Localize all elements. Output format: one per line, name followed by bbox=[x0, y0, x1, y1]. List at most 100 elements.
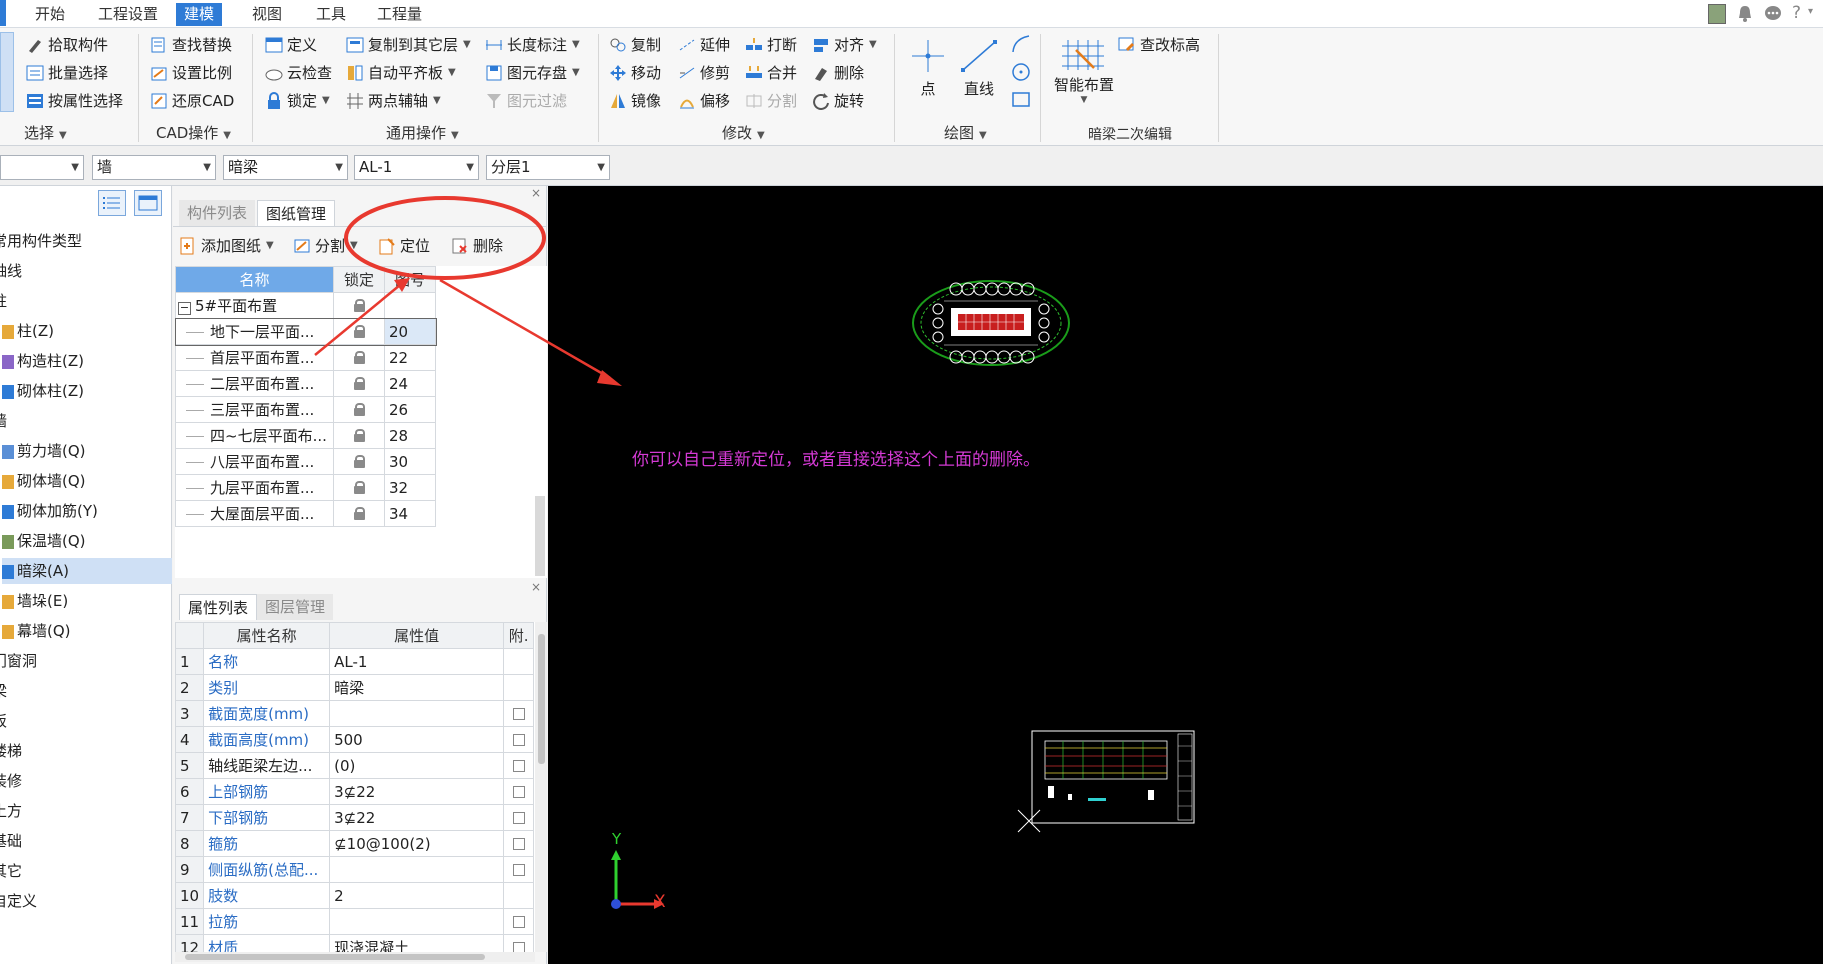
circle-icon[interactable] bbox=[1010, 61, 1032, 83]
property-value[interactable]: 3⊈22 bbox=[329, 778, 505, 805]
property-row[interactable]: 10 肢数 2 bbox=[175, 882, 535, 909]
drawing-row[interactable]: 九层平面布置... 32 bbox=[175, 474, 436, 501]
tree-item[interactable]: 其它 bbox=[0, 858, 162, 884]
drawing-number[interactable]: 32 bbox=[384, 474, 436, 501]
tree-item[interactable]: 柱(Z) bbox=[2, 318, 172, 344]
attach-checkbox[interactable] bbox=[512, 942, 525, 952]
element-save-button[interactable]: 图元存盘 ▼ bbox=[485, 61, 580, 85]
drawing-row[interactable]: 大屋面层平面... 34 bbox=[175, 500, 436, 527]
property-value[interactable]: 暗梁 bbox=[329, 674, 505, 701]
column-header-property-name[interactable]: 属性名称 bbox=[203, 622, 331, 649]
modify-group-label[interactable]: 修改 ▼ bbox=[722, 122, 765, 143]
point-button[interactable]: 点 bbox=[906, 38, 950, 98]
type-combo[interactable]: 暗梁 ▼ bbox=[223, 155, 348, 180]
trim-button[interactable]: 修剪 bbox=[678, 61, 730, 85]
list-view-icon[interactable] bbox=[98, 190, 126, 216]
drawing-row[interactable]: 四~七层平面布... 28 bbox=[175, 422, 436, 449]
layer-combo[interactable]: 分层1 ▼ bbox=[486, 155, 610, 180]
offset-button[interactable]: 偏移 bbox=[678, 89, 730, 113]
property-row[interactable]: 7 下部钢筋 3⊈22 bbox=[175, 804, 535, 831]
property-row[interactable]: 5 轴线距梁左边... (0) bbox=[175, 752, 535, 779]
floor-combo[interactable]: ▼ bbox=[0, 155, 84, 180]
column-header-name[interactable]: 名称 bbox=[175, 266, 334, 293]
select-by-property-button[interactable]: 按属性选择 bbox=[26, 89, 123, 113]
lock-icon[interactable] bbox=[354, 480, 365, 494]
drawing-row[interactable]: 地下一层平面... 20 bbox=[174, 317, 437, 346]
tree-item[interactable]: 板 bbox=[0, 708, 162, 734]
attach-checkbox[interactable] bbox=[512, 812, 525, 824]
attach-checkbox[interactable] bbox=[512, 786, 525, 798]
drawing-canvas[interactable]: Y X 你可以自己重新定位，或者直接选择这个上面的删除。 bbox=[548, 186, 1823, 964]
lock-icon[interactable] bbox=[354, 506, 365, 520]
tab-drawing-management[interactable]: 图纸管理 bbox=[257, 200, 336, 226]
drawing-number[interactable]: 34 bbox=[384, 500, 436, 527]
select-large-button[interactable] bbox=[0, 32, 14, 112]
tree-item[interactable]: 梁 bbox=[0, 678, 162, 704]
collapse-icon[interactable]: − bbox=[178, 302, 191, 315]
property-value[interactable]: 3⊈22 bbox=[329, 804, 505, 831]
line-button[interactable]: 直线 bbox=[955, 38, 1003, 98]
pick-component-button[interactable]: 拾取构件 bbox=[26, 33, 108, 57]
mirror-button[interactable]: 镜像 bbox=[609, 89, 661, 113]
drawing-number[interactable]: 20 bbox=[384, 318, 436, 345]
drawing-number[interactable]: 26 bbox=[384, 396, 436, 423]
lock-button[interactable]: 锁定 ▼ bbox=[265, 89, 330, 113]
merge-button[interactable]: 合并 bbox=[745, 61, 797, 85]
batch-select-button[interactable]: 批量选择 bbox=[26, 61, 108, 85]
property-value[interactable]: 500 bbox=[329, 726, 505, 753]
length-dimension-button[interactable]: 长度标注 ▼ bbox=[485, 33, 580, 57]
tree-item[interactable]: 常用构件类型 bbox=[0, 228, 162, 254]
tab-layer-management[interactable]: 图层管理 bbox=[257, 594, 334, 620]
cloud-check-button[interactable]: 云检查 bbox=[265, 61, 332, 85]
select-group-label[interactable]: 选择 ▼ bbox=[24, 122, 67, 143]
help-icon[interactable]: ? bbox=[1792, 3, 1801, 23]
split-button[interactable]: 分割 bbox=[745, 89, 797, 113]
scrollbar[interactable] bbox=[535, 496, 545, 576]
chat-icon[interactable] bbox=[1764, 5, 1782, 22]
tree-item[interactable]: 剪力墙(Q) bbox=[2, 438, 172, 464]
tree-item[interactable]: 砌体墙(Q) bbox=[2, 468, 172, 494]
tree-item[interactable]: 基础 bbox=[0, 828, 162, 854]
align-button[interactable]: 对齐 ▼ bbox=[812, 33, 877, 57]
common-ops-group-label[interactable]: 通用操作 ▼ bbox=[386, 122, 459, 143]
drawing-root-row[interactable]: −5#平面布置 bbox=[175, 292, 436, 319]
drawing-number[interactable]: 22 bbox=[384, 344, 436, 371]
tree-item[interactable]: 砌体柱(Z) bbox=[2, 378, 172, 404]
lock-icon[interactable] bbox=[354, 402, 365, 416]
property-value[interactable]: 现浇混凝土 bbox=[329, 934, 505, 952]
split-drawing-button[interactable]: 分割 ▼ bbox=[293, 234, 358, 258]
tree-item[interactable]: 墙垛(E) bbox=[2, 588, 172, 614]
property-value[interactable]: (0) bbox=[329, 752, 505, 779]
attach-checkbox[interactable] bbox=[512, 916, 525, 928]
lock-icon[interactable] bbox=[354, 350, 365, 364]
cad-drawing-preview[interactable] bbox=[912, 280, 1070, 366]
attach-checkbox[interactable] bbox=[512, 838, 525, 850]
cad-group-label[interactable]: CAD操作 ▼ bbox=[156, 122, 231, 143]
menu-project-settings[interactable]: 工程设置 bbox=[90, 3, 166, 26]
delete-button[interactable]: 删除 bbox=[812, 61, 864, 85]
copy-to-other-floor-button[interactable]: 复制到其它层 ▼ bbox=[346, 33, 471, 57]
lock-icon[interactable] bbox=[354, 454, 365, 468]
scrollbar-thumb[interactable] bbox=[538, 634, 545, 764]
add-drawing-button[interactable]: 添加图纸 ▼ bbox=[179, 234, 274, 258]
drawing-number[interactable]: 24 bbox=[384, 370, 436, 397]
tab-component-list[interactable]: 构件列表 bbox=[179, 200, 256, 226]
tree-item[interactable]: 土方 bbox=[0, 798, 162, 824]
tree-item[interactable]: 暗梁(A) bbox=[2, 558, 172, 584]
delete-drawing-button[interactable]: 删除 bbox=[451, 234, 503, 258]
property-row[interactable]: 11 拉筋 bbox=[175, 908, 535, 935]
tree-item[interactable]: 门窗洞 bbox=[0, 648, 162, 674]
tree-item[interactable]: 轴线 bbox=[0, 258, 162, 284]
attach-checkbox[interactable] bbox=[512, 760, 525, 772]
panel-close-icon[interactable]: × bbox=[531, 186, 541, 200]
property-row[interactable]: 2 类别 暗梁 bbox=[175, 674, 535, 701]
column-header-property-value[interactable]: 属性值 bbox=[329, 622, 505, 649]
drawing-row[interactable]: 二层平面布置... 24 bbox=[175, 370, 436, 397]
horizontal-scrollbar[interactable] bbox=[175, 952, 535, 962]
lock-icon[interactable] bbox=[354, 376, 365, 390]
move-button[interactable]: 移动 bbox=[609, 61, 661, 85]
element-filter-button[interactable]: 图元过滤 bbox=[485, 89, 567, 113]
menu-start[interactable]: 开始 bbox=[27, 3, 73, 26]
find-replace-button[interactable]: 查找替换 bbox=[150, 33, 232, 57]
drawing-row[interactable]: 八层平面布置... 30 bbox=[175, 448, 436, 475]
